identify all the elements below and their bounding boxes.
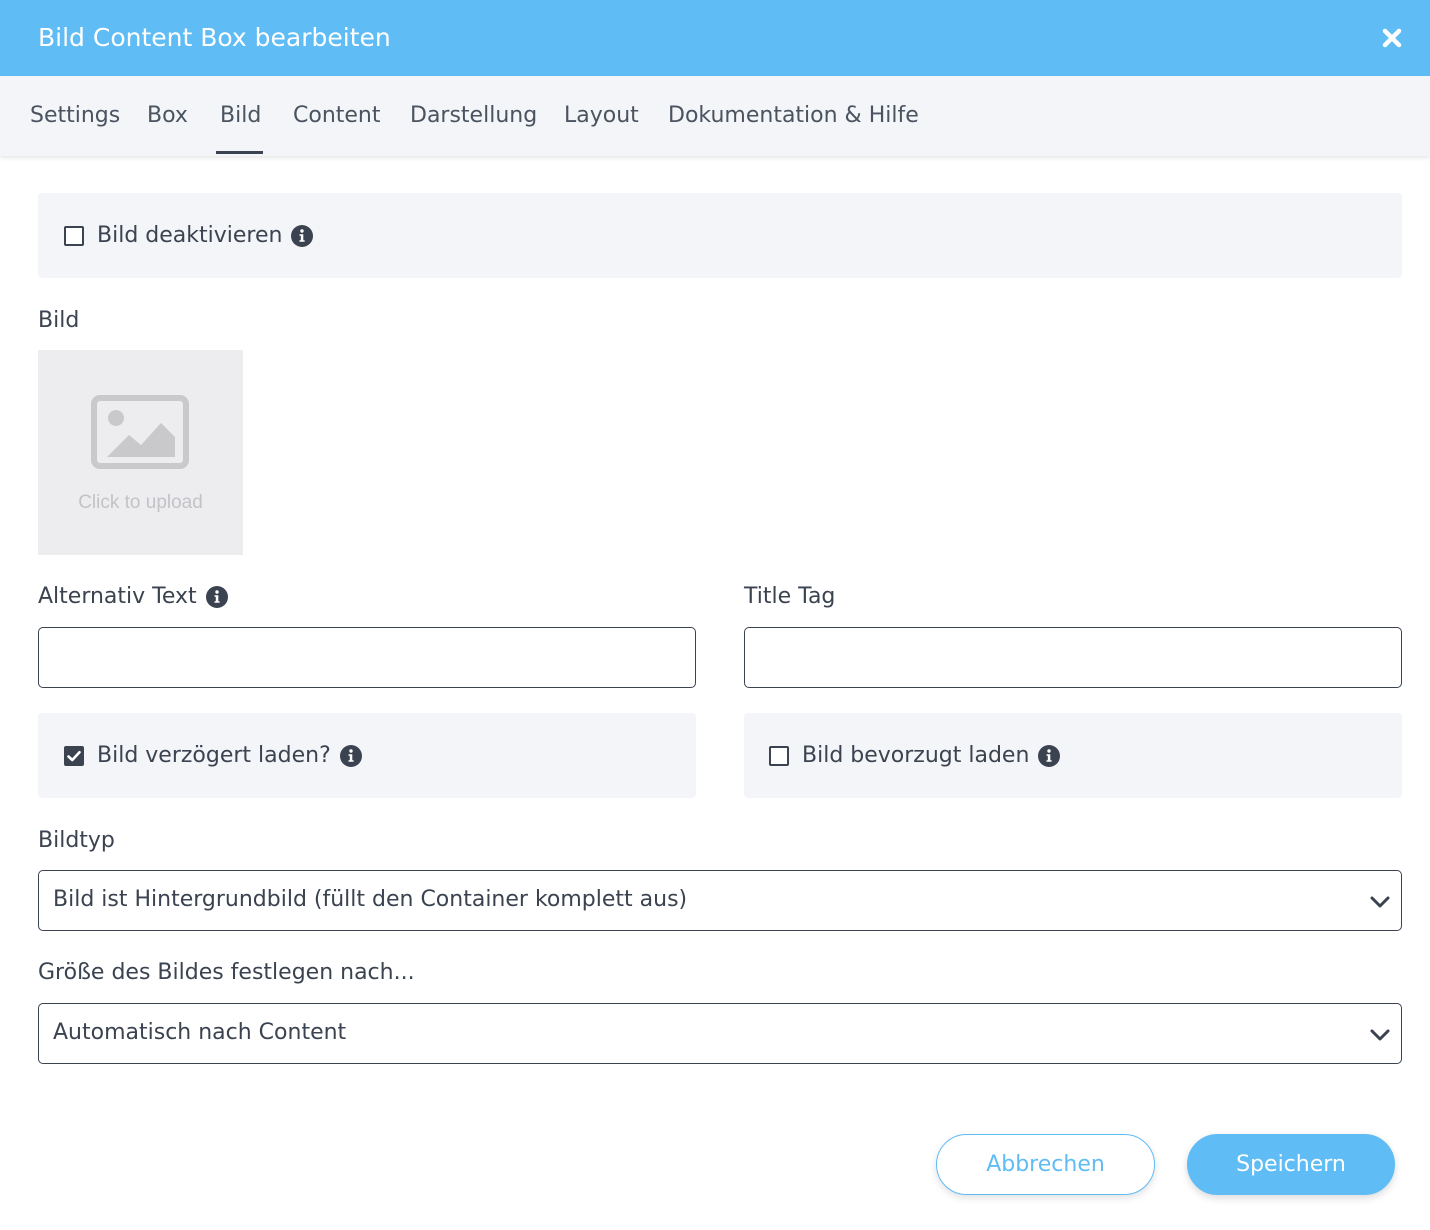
image-size-select[interactable]: Automatisch nach Content <box>38 1003 1402 1064</box>
tab-darstellung[interactable]: Darstellung <box>410 101 537 131</box>
tab-content[interactable]: Content <box>293 101 381 131</box>
close-icon[interactable] <box>1376 22 1408 54</box>
tab-dokumentation-hilfe[interactable]: Dokumentation & Hilfe <box>668 101 919 131</box>
chevron-down-icon <box>1370 896 1390 908</box>
title-tag-label: Title Tag <box>744 584 836 609</box>
chevron-down-icon <box>1370 1029 1390 1041</box>
image-size-value: Automatisch nach Content <box>53 1020 347 1045</box>
info-icon[interactable] <box>339 745 362 767</box>
priority-load-label: Bild bevorzugt laden <box>802 743 1030 768</box>
upload-hint: Click to upload <box>78 492 203 513</box>
disable-image-checkbox[interactable] <box>64 226 84 246</box>
info-icon[interactable] <box>1038 745 1061 767</box>
priority-load-checkbox[interactable] <box>769 746 789 766</box>
tab-box[interactable]: Box <box>147 101 188 131</box>
image-type-select[interactable]: Bild ist Hintergrundbild (füllt den Cont… <box>38 870 1402 931</box>
checkmark-icon <box>67 750 81 762</box>
image-upload-area[interactable]: Click to upload <box>38 350 243 555</box>
title-tag-input[interactable] <box>744 627 1402 688</box>
tab-layout[interactable]: Layout <box>564 101 639 131</box>
save-button[interactable]: Speichern <box>1187 1134 1395 1195</box>
priority-load-option: Bild bevorzugt laden <box>769 741 1061 771</box>
tab-bild[interactable]: Bild <box>220 101 261 131</box>
alt-text-label: Alternativ Text <box>38 584 197 609</box>
image-placeholder-icon <box>91 395 189 469</box>
alt-text-label-row: Alternativ Text <box>38 582 228 612</box>
lazy-load-checkbox[interactable] <box>64 746 84 766</box>
disable-image-option: Bild deaktivieren <box>64 221 314 251</box>
image-type-value: Bild ist Hintergrundbild (füllt den Cont… <box>53 887 688 912</box>
image-type-label: Bildtyp <box>38 828 115 853</box>
info-icon[interactable] <box>205 586 228 608</box>
lazy-load-option: Bild verzögert laden? <box>64 741 362 771</box>
lazy-load-label: Bild verzögert laden? <box>97 743 331 768</box>
disable-image-label: Bild deaktivieren <box>97 223 283 248</box>
dialog-header: Bild Content Box bearbeiten <box>0 0 1430 76</box>
alt-text-input[interactable] <box>38 627 696 688</box>
info-icon[interactable] <box>291 225 314 247</box>
cancel-button[interactable]: Abbrechen <box>936 1134 1155 1195</box>
tab-bar: Settings Box Bild Content Darstellung La… <box>0 76 1430 156</box>
dialog-title: Bild Content Box bearbeiten <box>38 23 391 52</box>
image-label: Bild <box>38 308 80 333</box>
tab-settings[interactable]: Settings <box>30 101 120 131</box>
active-tab-indicator <box>216 151 263 154</box>
image-size-label: Größe des Bildes festlegen nach... <box>38 960 415 985</box>
